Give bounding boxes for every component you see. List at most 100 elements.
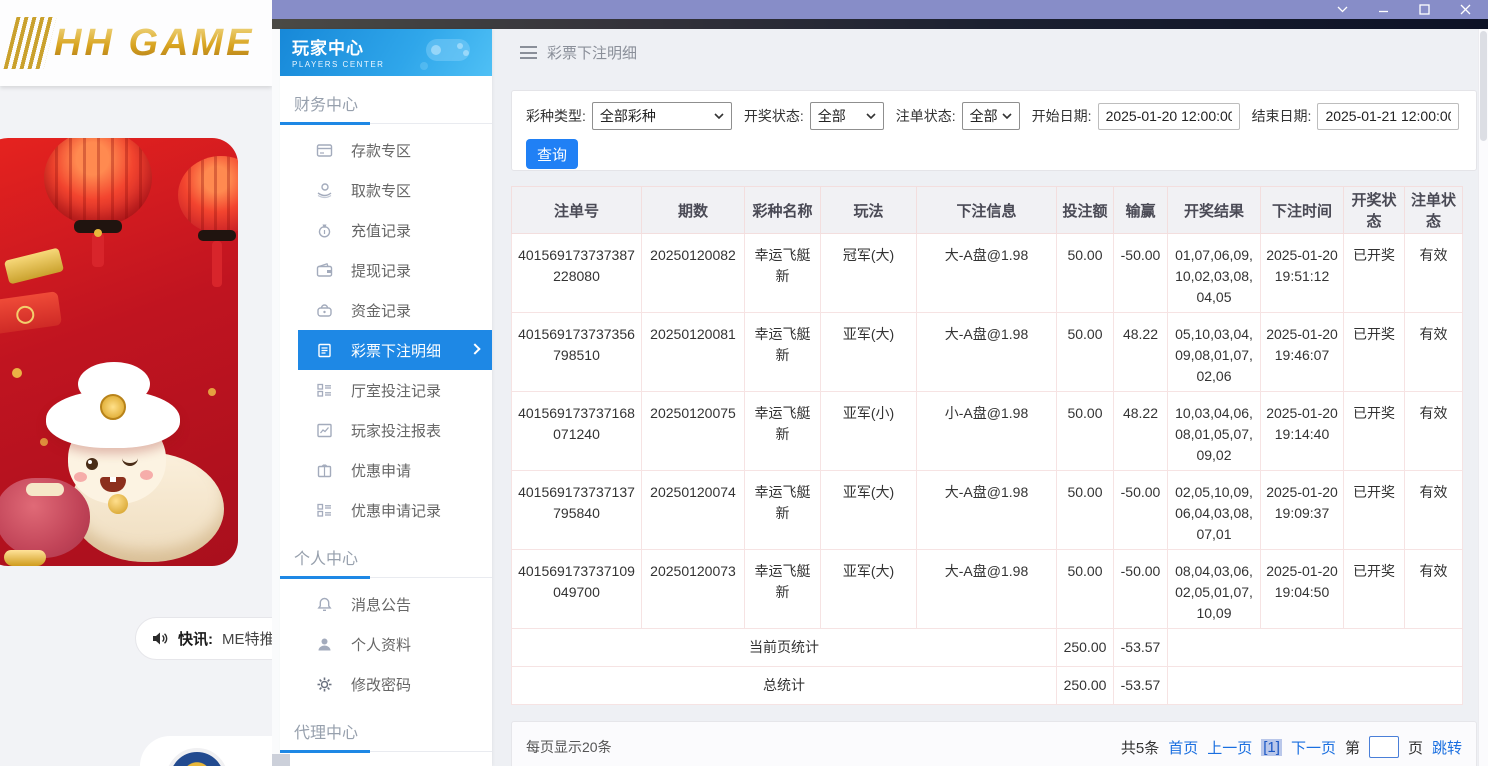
report-chart-icon bbox=[316, 422, 333, 439]
cell: 大-A盘@1.98 bbox=[917, 550, 1057, 629]
speaker-icon bbox=[152, 631, 169, 646]
sidebar-item-lottery-bet-details[interactable]: 彩票下注明细 bbox=[298, 330, 492, 370]
sidebar-section-finance: 财务中心 bbox=[280, 76, 492, 121]
bets-table: 注单号 期数 彩种名称 玩法 下注信息 投注额 输赢 开奖结果 下注时间 开奖状… bbox=[511, 186, 1463, 705]
coupon-icon bbox=[316, 462, 333, 479]
vertical-scrollbar[interactable] bbox=[1478, 29, 1488, 766]
cell: 50.00 bbox=[1057, 471, 1114, 550]
chevron-down-icon[interactable] bbox=[1336, 4, 1349, 15]
cell: 10,03,04,06,08,01,05,07,09,02 bbox=[1168, 392, 1261, 471]
bell-icon bbox=[316, 596, 333, 613]
chevron-right-icon bbox=[469, 343, 480, 354]
maximize-icon[interactable] bbox=[1418, 4, 1431, 15]
page-size-text: 每页显示20条 bbox=[526, 737, 612, 757]
cell: 亚军(大) bbox=[821, 471, 917, 550]
gamepad-icon bbox=[412, 33, 484, 73]
user-icon bbox=[316, 636, 333, 653]
sidebar-item-promo-apply-record[interactable]: 优惠申请记录 bbox=[280, 490, 492, 530]
cell: 48.22 bbox=[1114, 313, 1168, 392]
sidebar-item-profile[interactable]: 个人资料 bbox=[280, 624, 492, 664]
sidebar-item-deposit[interactable]: 存款专区 bbox=[280, 130, 492, 170]
start-date-input[interactable] bbox=[1098, 103, 1240, 130]
search-button[interactable]: 查询 bbox=[526, 139, 578, 169]
summary-label: 当前页统计 bbox=[512, 629, 1057, 667]
sidebar-header: 玩家中心 PLAYERS CENTER bbox=[280, 29, 492, 76]
gear-icon bbox=[316, 676, 333, 693]
main-content: 彩种类型: 全部彩种 开奖状态: 全部 注单状态: 全部 bbox=[511, 90, 1477, 766]
cell: 20250120073 bbox=[642, 550, 745, 629]
cell: 01,07,06,09,10,02,03,08,04,05 bbox=[1168, 234, 1261, 313]
cell: 有效 bbox=[1405, 313, 1463, 392]
jump-prefix-text: 第 bbox=[1345, 737, 1360, 758]
summary-bet-total: 250.00 bbox=[1057, 629, 1114, 667]
bank-card-icon bbox=[316, 142, 333, 159]
sidebar-item-promo-apply[interactable]: 优惠申请 bbox=[280, 450, 492, 490]
col-header: 投注额 bbox=[1057, 187, 1114, 234]
window-body: 玩家中心 PLAYERS CENTER 财务中心 存款专区 取款专区 bbox=[272, 29, 1488, 766]
draw-status-select[interactable]: 全部 bbox=[810, 102, 884, 130]
cell: 已开奖 bbox=[1344, 392, 1405, 471]
sidebar-item-label: 优惠申请记录 bbox=[351, 500, 441, 521]
current-page-indicator: [1] bbox=[1261, 739, 1282, 756]
close-icon[interactable] bbox=[1459, 4, 1472, 15]
cell: 幸运飞艇新 bbox=[745, 234, 821, 313]
brand-logo-stripes bbox=[4, 17, 57, 69]
cell: 有效 bbox=[1405, 234, 1463, 313]
cell: 401569173737137795840 bbox=[512, 471, 642, 550]
order-status-select[interactable]: 全部 bbox=[962, 102, 1020, 130]
sidebar-item-hall-bet-records[interactable]: 厅室投注记录 bbox=[280, 370, 492, 410]
scrollbar-thumb[interactable] bbox=[1480, 31, 1487, 141]
col-header: 下注时间 bbox=[1261, 187, 1344, 234]
cell: 20250120074 bbox=[642, 471, 745, 550]
cell: 有效 bbox=[1405, 471, 1463, 550]
horizontal-scrollbar-button[interactable] bbox=[272, 754, 290, 766]
record-list-icon bbox=[316, 502, 333, 519]
cell: 幸运飞艇新 bbox=[745, 313, 821, 392]
sidebar-item-label: 个人资料 bbox=[351, 634, 411, 655]
sidebar-item-withdrawal-record[interactable]: 提现记录 bbox=[280, 250, 492, 290]
sidebar-item-fund-record[interactable]: 资金记录 bbox=[280, 290, 492, 330]
sidebar: 玩家中心 PLAYERS CENTER 财务中心 存款专区 取款专区 bbox=[280, 29, 492, 766]
cell: 2025-01-20 19:51:12 bbox=[1261, 234, 1344, 313]
first-page-link[interactable]: 首页 bbox=[1168, 737, 1198, 758]
app-window: 玩家中心 PLAYERS CENTER 财务中心 存款专区 取款专区 bbox=[272, 0, 1488, 766]
sidebar-section-personal: 个人中心 bbox=[280, 530, 492, 575]
cell: 401569173737387228080 bbox=[512, 234, 642, 313]
sidebar-item-withdraw[interactable]: 取款专区 bbox=[280, 170, 492, 210]
hand-coin-icon bbox=[316, 182, 333, 199]
brand-logo: HH GAME bbox=[0, 0, 272, 86]
hamburger-icon[interactable] bbox=[520, 46, 537, 59]
sidebar-section-agent: 代理中心 bbox=[280, 704, 492, 749]
cell: 401569173737168071240 bbox=[512, 392, 642, 471]
cell: 已开奖 bbox=[1344, 550, 1405, 629]
sidebar-item-player-bet-report[interactable]: 玩家投注报表 bbox=[280, 410, 492, 450]
window-header-strip bbox=[272, 19, 1488, 29]
cell: 幸运飞艇新 bbox=[745, 471, 821, 550]
cell: 20250120075 bbox=[642, 392, 745, 471]
record-list-icon bbox=[316, 382, 333, 399]
jump-button[interactable]: 跳转 bbox=[1432, 737, 1462, 758]
sidebar-item-label: 存款专区 bbox=[351, 140, 411, 161]
summary-label: 总统计 bbox=[512, 667, 1057, 705]
summary-winloss-total: -53.57 bbox=[1114, 667, 1168, 705]
sidebar-item-change-password[interactable]: 修改密码 bbox=[280, 664, 492, 704]
cell: 401569173737356798510 bbox=[512, 313, 642, 392]
cell: 冠军(大) bbox=[821, 234, 917, 313]
prev-page-link[interactable]: 上一页 bbox=[1207, 737, 1252, 758]
cell: 20250120082 bbox=[642, 234, 745, 313]
minimize-icon[interactable] bbox=[1377, 4, 1390, 15]
col-header: 彩种名称 bbox=[745, 187, 821, 234]
sidebar-item-announcements[interactable]: 消息公告 bbox=[280, 584, 492, 624]
next-page-link[interactable]: 下一页 bbox=[1291, 737, 1336, 758]
end-date-input[interactable] bbox=[1317, 103, 1459, 130]
col-header: 开奖状态 bbox=[1344, 187, 1405, 234]
lottery-type-select[interactable]: 全部彩种 bbox=[592, 102, 732, 130]
table-row: 401569173737168071240 20250120075 幸运飞艇新 … bbox=[512, 392, 1463, 471]
select-value: 全部 bbox=[818, 106, 846, 126]
filter-bar: 彩种类型: 全部彩种 开奖状态: 全部 注单状态: 全部 bbox=[511, 90, 1477, 171]
select-value: 全部彩种 bbox=[600, 106, 656, 126]
sidebar-item-recharge-record[interactable]: 充值记录 bbox=[280, 210, 492, 250]
sidebar-item-label: 充值记录 bbox=[351, 220, 411, 241]
cell: 亚军(大) bbox=[821, 550, 917, 629]
page-jump-input[interactable] bbox=[1369, 736, 1399, 758]
